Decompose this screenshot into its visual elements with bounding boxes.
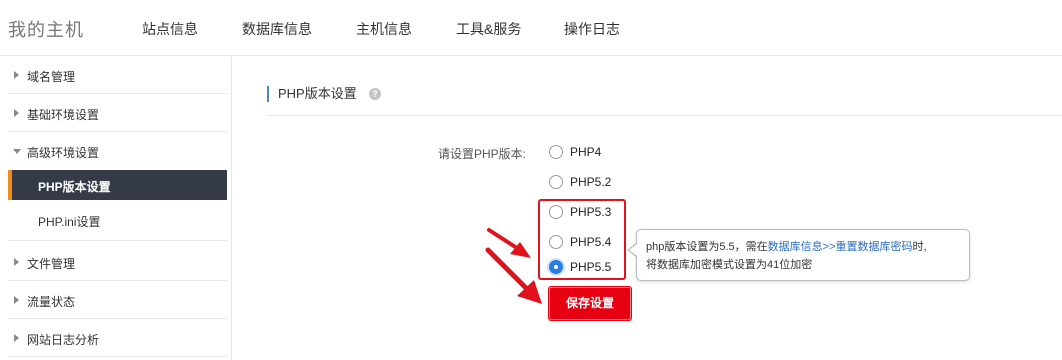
annotation-arrows (485, 228, 542, 304)
arrow-to-save-icon (485, 247, 542, 304)
